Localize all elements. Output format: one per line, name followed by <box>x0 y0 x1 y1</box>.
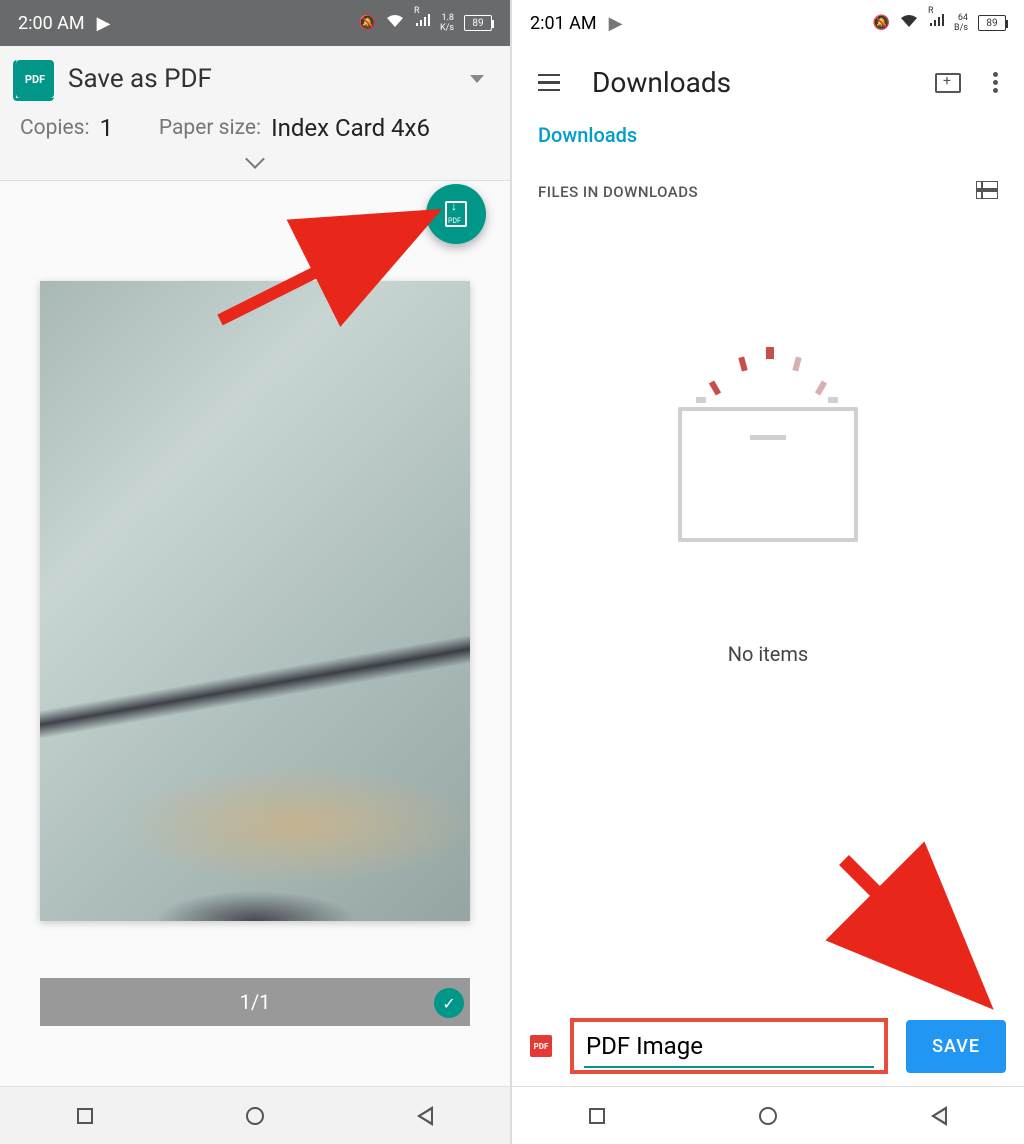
page-counter: 1/1 <box>40 978 470 1026</box>
appbar-title: Downloads <box>592 66 903 99</box>
new-folder-button[interactable] <box>935 73 961 93</box>
paper-size-value[interactable]: Index Card 4x6 <box>271 114 430 142</box>
annotation-arrow <box>824 840 1004 1024</box>
home-button[interactable] <box>246 1107 264 1125</box>
battery-icon: 89 <box>978 15 1006 31</box>
play-store-icon: ▶ <box>97 13 111 34</box>
signal-icon: R <box>928 14 944 32</box>
pdf-file-icon: PDF <box>530 1035 552 1057</box>
navigation-bar <box>0 1086 510 1144</box>
chevron-down-icon <box>245 149 265 169</box>
appbar: Downloads <box>512 46 1024 119</box>
empty-text: No items <box>728 642 809 666</box>
page-selected-check-icon[interactable]: ✓ <box>434 988 464 1018</box>
statusbar-time: 2:00 AM <box>18 13 85 34</box>
print-target-dropdown[interactable]: PDF Save as PDF <box>0 46 510 108</box>
paper-size-label: Paper size: <box>159 116 261 140</box>
sparkle-decoration <box>678 337 858 407</box>
page-preview[interactable] <box>40 281 470 921</box>
wifi-icon <box>900 14 918 32</box>
wifi-icon <box>386 14 404 32</box>
file-picker-screen: 2:01 AM ▶ 🔕 R 64B/s 89 Downloads Downloa… <box>512 0 1024 1144</box>
recents-button[interactable] <box>589 1108 605 1124</box>
dropdown-arrow-icon <box>470 75 484 83</box>
view-toggle-button[interactable] <box>976 181 998 203</box>
copies-value[interactable]: 1 <box>100 114 114 142</box>
play-store-icon: ▶ <box>609 13 623 34</box>
filename-input[interactable] <box>584 1026 874 1068</box>
section-label: FILES IN DOWNLOADS <box>538 183 698 201</box>
back-button[interactable] <box>417 1106 433 1126</box>
data-rate: 1.8K/s <box>440 13 454 33</box>
print-target-label: Save as PDF <box>68 64 456 94</box>
statusbar: 2:01 AM ▶ 🔕 R 64B/s 89 <box>512 0 1024 46</box>
back-button[interactable] <box>931 1106 947 1126</box>
data-rate: 64B/s <box>954 13 968 33</box>
filename-highlight-box <box>570 1018 888 1074</box>
files-section-header: FILES IN DOWNLOADS <box>512 167 1024 217</box>
home-button[interactable] <box>759 1107 777 1125</box>
statusbar-time: 2:01 AM <box>530 13 597 34</box>
empty-box-icon <box>678 407 858 542</box>
breadcrumb[interactable]: Downloads <box>512 119 1024 167</box>
navigation-bar <box>512 1086 1024 1144</box>
signal-icon: R <box>414 14 430 32</box>
copies-label: Copies: <box>20 116 90 140</box>
expand-options-button[interactable] <box>0 148 510 170</box>
print-preview-screen: 2:00 AM ▶ 🔕 R 1.8K/s 89 PDF Save as PDF … <box>0 0 512 1144</box>
statusbar: 2:00 AM ▶ 🔕 R 1.8K/s 89 <box>0 0 510 46</box>
recents-button[interactable] <box>77 1108 93 1124</box>
save-button[interactable]: SAVE <box>906 1020 1006 1073</box>
annotation-arrow <box>200 210 450 344</box>
pdf-icon: PDF <box>16 60 54 98</box>
battery-icon: 89 <box>464 15 492 31</box>
print-options-panel: PDF Save as PDF Copies: 1 Paper size: In… <box>0 46 510 181</box>
mute-icon: 🔕 <box>359 15 376 31</box>
more-options-button[interactable] <box>993 72 998 93</box>
mute-icon: 🔕 <box>873 15 890 31</box>
menu-button[interactable] <box>538 74 560 92</box>
